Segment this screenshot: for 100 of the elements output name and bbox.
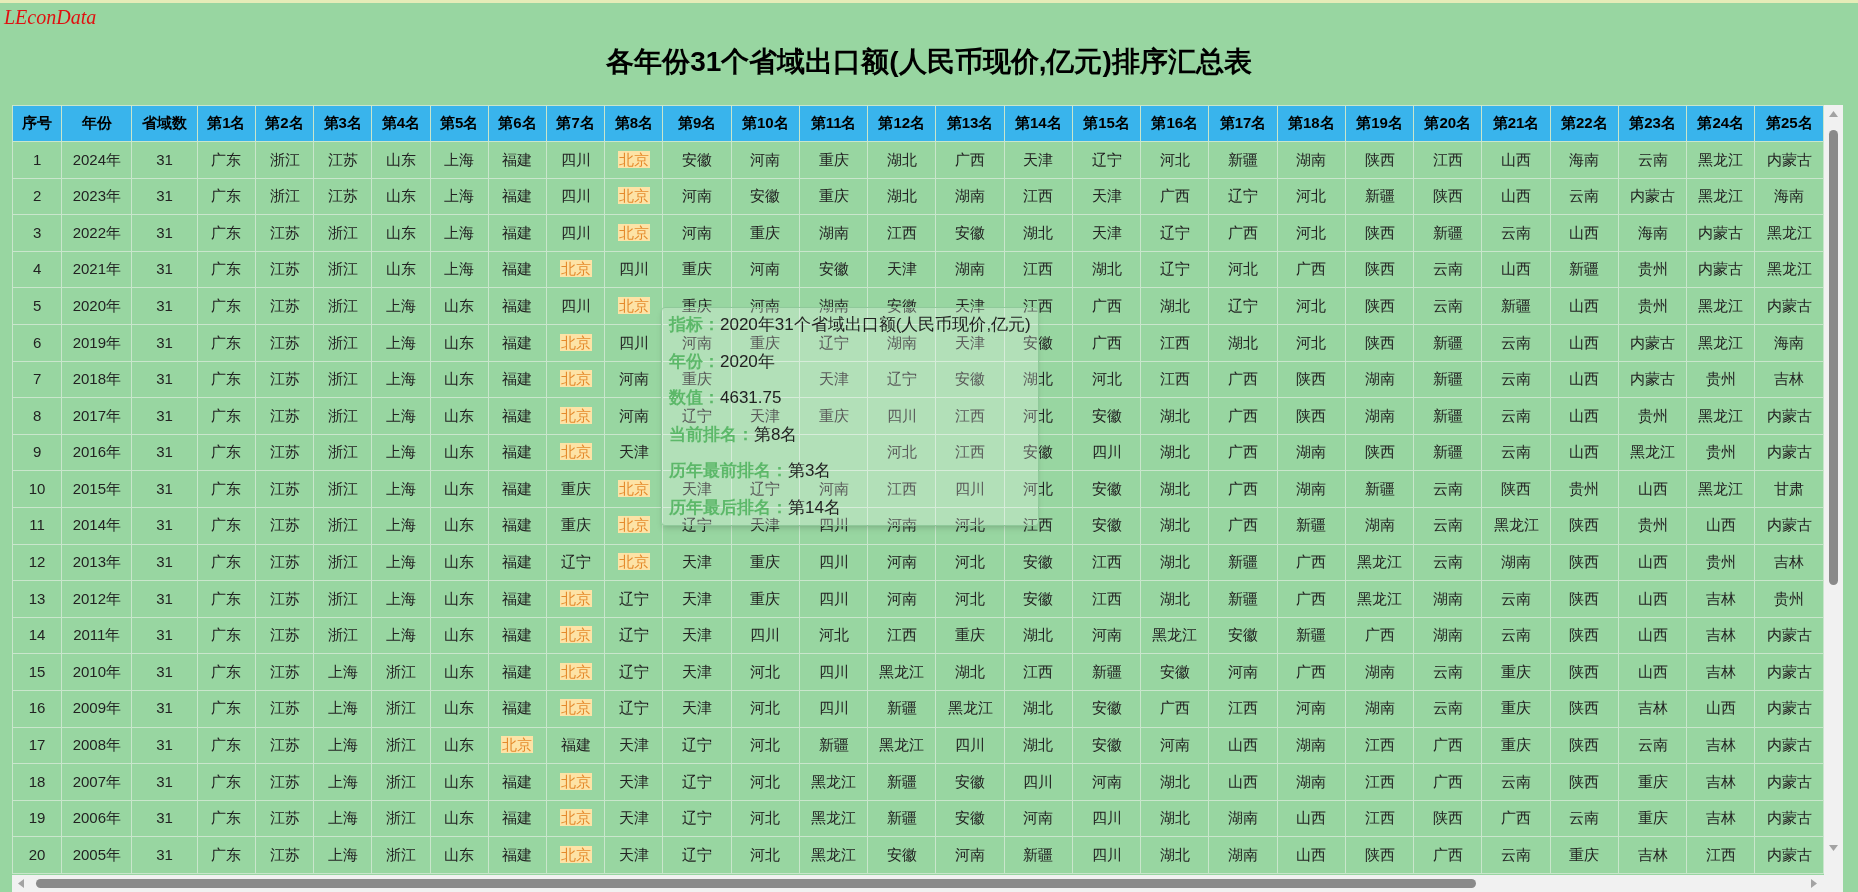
table-cell: 北京 [604,287,663,325]
table-cell: 天津 [604,434,663,471]
table-cell: 31 [131,324,198,362]
table-cell: 陕西 [1345,434,1414,471]
table-cell: 云南 [1481,617,1551,654]
table-cell: 山东 [430,653,489,691]
table-cell: 上海 [371,544,431,581]
table-cell: 福建 [488,580,547,618]
table-cell: 云南 [1550,800,1619,837]
table-cell: 江西 [1004,178,1073,215]
column-header: 第7名 [546,105,605,142]
table-cell: 河南 [867,580,936,618]
table-cell: 2008年 [61,727,132,764]
table-cell: 福建 [488,544,547,581]
column-header: 第1名 [197,105,256,142]
column-header: 第5名 [430,105,489,142]
table-cell: 陕西 [1345,287,1414,325]
table-cell: 重庆 [1618,800,1687,837]
table-cell: 31 [131,727,198,764]
table-cell: 北京 [604,178,663,215]
table-cell: 湖南 [1345,507,1414,545]
table-cell: 黑龙江 [1686,324,1755,362]
table-cell: 河北 [1004,397,1073,435]
table-cell: 新疆 [799,727,868,764]
table-cell: 广东 [197,141,256,179]
table-cell: 广西 [1277,653,1346,691]
column-header: 第14名 [1004,105,1073,142]
tooltip-label: 历年最后排名： [669,498,788,517]
table-cell: 上海 [430,141,489,179]
table-cell: 北京 [604,544,663,581]
table-cell: 7 [12,361,62,398]
tooltip-label: 历年最前排名： [669,462,788,481]
table-cell: 江西 [867,214,936,252]
table-cell: 天津 [1004,141,1073,179]
table-cell: 上海 [313,690,372,727]
table-cell: 福建 [488,653,547,691]
table-cell: 湖南 [935,251,1005,288]
table-cell: 陕西 [1277,361,1346,398]
table-cell: 16 [12,690,62,727]
table-cell: 陕西 [1550,507,1619,545]
table-cell: 福建 [488,141,547,179]
table-cell: 上海 [313,763,372,801]
table-cell: 江西 [1004,251,1073,288]
table-cell: 广西 [1413,836,1482,874]
table-cell: 山西 [1208,763,1278,801]
table-cell: 北京 [604,141,663,179]
scrollbar-thumb[interactable] [36,879,1476,888]
table-cell: 浙江 [313,214,372,252]
table-cell: 云南 [1413,470,1482,508]
table-cell: 山东 [430,800,489,837]
table-cell: 湖北 [1004,214,1073,252]
table-cell: 云南 [1481,580,1551,618]
table-cell: 江西 [1413,141,1482,179]
table-cell: 云南 [1481,324,1551,362]
table-cell: 14 [12,617,62,654]
table-cell: 浙江 [313,361,372,398]
table-cell: 云南 [1618,141,1687,179]
scrollbar-thumb[interactable] [1829,130,1838,585]
tooltip-label: 当前排名： [669,425,754,444]
table-cell: 山东 [430,287,489,325]
table-cell: 山东 [371,214,431,252]
table-cell: 江苏 [255,580,314,618]
table-cell: 海南 [1754,324,1824,362]
table-cell: 江苏 [255,800,314,837]
table-cell: 2019年 [61,324,132,362]
table-cell: 重庆 [1481,690,1551,727]
table-cell: 福建 [488,324,547,362]
table-cell: 新疆 [1345,178,1414,215]
table-cell: 山东 [430,580,489,618]
table-cell: 湖南 [1208,836,1278,874]
table-cell: 广东 [197,287,256,325]
table-cell: 安徽 [799,251,868,288]
table-cell: 11 [12,507,62,545]
table-cell: 1 [12,141,62,179]
table-cell: 辽宁 [1208,287,1278,325]
table-cell: 山西 [1481,178,1551,215]
table-cell: 广东 [197,507,256,545]
table-cell: 内蒙古 [1618,178,1687,215]
scroll-left-icon[interactable] [18,879,24,888]
table-cell: 江苏 [255,470,314,508]
table-cell: 新疆 [1481,287,1551,325]
table-cell: 13 [12,580,62,618]
table-cell: 江苏 [255,763,314,801]
table-cell: 上海 [313,653,372,691]
scroll-right-icon[interactable] [1811,879,1817,888]
scroll-up-icon[interactable] [1829,111,1838,117]
table-cell: 黑龙江 [1345,580,1414,618]
vertical-scrollbar[interactable] [1824,105,1843,875]
table-cell: 江苏 [255,287,314,325]
table-cell: 安徽 [935,214,1005,252]
table-cell: 2011年 [61,617,132,654]
table-cell: 广东 [197,836,256,874]
horizontal-scrollbar[interactable] [12,875,1843,892]
table-cell: 海南 [1550,141,1619,179]
table-cell: 上海 [371,580,431,618]
column-header: 第22名 [1550,105,1619,142]
table-cell: 山西 [1481,251,1551,288]
table-cell: 安徽 [1072,690,1141,727]
table-cell: 天津 [662,544,732,581]
scroll-down-icon[interactable] [1829,845,1838,851]
